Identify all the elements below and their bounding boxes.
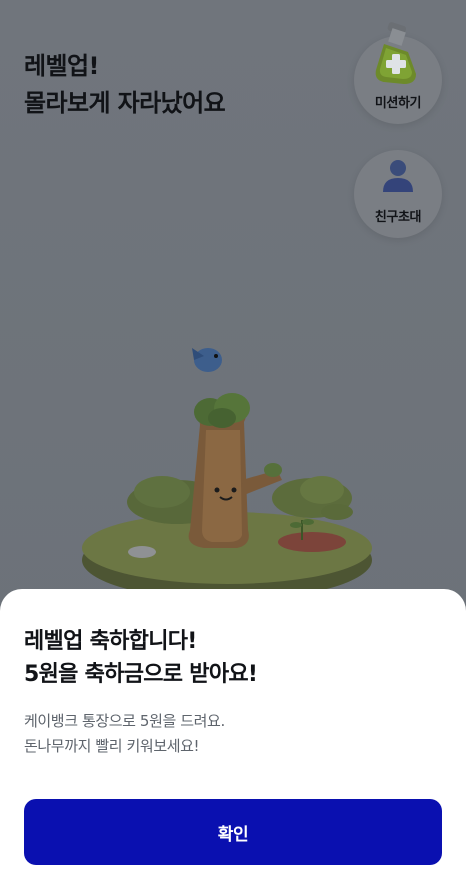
invite-button-label: 친구초대 bbox=[374, 210, 422, 225]
headline-line-1: 레벨업! bbox=[24, 52, 99, 80]
mission-button-label: 미션하기 bbox=[374, 96, 422, 111]
flask-plus-icon bbox=[375, 22, 416, 84]
level-up-bottom-sheet: 레벨업 축하합니다! 5원을 축하금으로 받아요! 케이뱅크 통장으로 5원을 … bbox=[0, 589, 466, 870]
level-up-headline: 레벨업! 몰라보게 자라났어요 bbox=[24, 48, 226, 122]
confirm-button[interactable]: 확인 bbox=[24, 799, 442, 865]
sheet-description: 케이뱅크 통장으로 5원을 드려요. 돈나무까지 빨리 키워보세요! bbox=[24, 709, 225, 759]
invite-friend-button[interactable]: 친구초대 bbox=[354, 150, 442, 238]
sheet-title-line-2: 5원을 축하금으로 받아요! bbox=[24, 662, 258, 687]
sheet-title: 레벨업 축하합니다! 5원을 축하금으로 받아요! bbox=[24, 625, 258, 691]
mission-button[interactable]: 미션하기 bbox=[354, 22, 442, 124]
screen: 레벨업! 몰라보게 자라났어요 미션하기 친구초대 레벨업 축하합니다! 5원을… bbox=[0, 0, 466, 870]
person-icon bbox=[383, 160, 413, 192]
tree-stump-illustration bbox=[82, 348, 372, 600]
sheet-desc-line-2: 돈나무까지 빨리 키워보세요! bbox=[24, 737, 200, 755]
headline-line-2: 몰라보게 자라났어요 bbox=[24, 89, 226, 117]
sheet-desc-line-1: 케이뱅크 통장으로 5원을 드려요. bbox=[24, 712, 225, 730]
sheet-title-line-1: 레벨업 축하합니다! bbox=[24, 629, 197, 654]
